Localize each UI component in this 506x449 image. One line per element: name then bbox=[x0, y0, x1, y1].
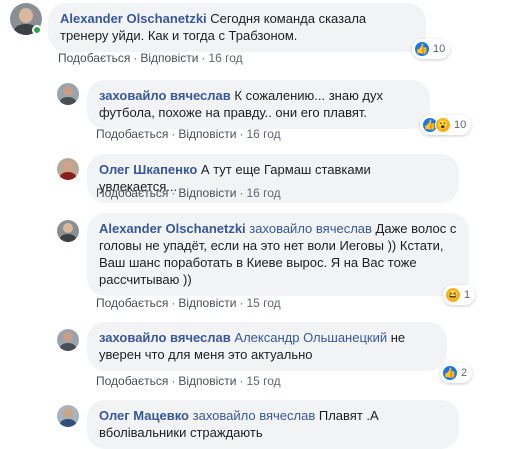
timestamp[interactable]: 16 год bbox=[246, 186, 280, 200]
comment-bubble: Alexander Olschanetzki Сегодня команда с… bbox=[48, 3, 426, 52]
timestamp[interactable]: 16 год bbox=[208, 51, 242, 65]
reaction-summary[interactable]: 👍 2 bbox=[440, 363, 473, 383]
like-icon: 👍 bbox=[442, 365, 458, 381]
comment-bubble: Alexander Olschanetzki заховайло вячесла… bbox=[87, 213, 469, 296]
like-icon: 👍 bbox=[414, 41, 430, 57]
online-status-icon bbox=[32, 25, 42, 35]
like-link[interactable]: Подобається bbox=[96, 374, 168, 388]
reply-link[interactable]: Відповісти bbox=[178, 374, 236, 388]
wow-icon: 😮 bbox=[435, 117, 451, 133]
reply-link[interactable]: Відповісти bbox=[178, 186, 236, 200]
comment-actions: Подобається · Відповісти · 15 год bbox=[96, 296, 281, 310]
reaction-count: 10 bbox=[433, 43, 446, 55]
avatar[interactable] bbox=[57, 329, 79, 351]
timestamp[interactable]: 16 год bbox=[246, 127, 280, 141]
haha-icon: 😆 bbox=[445, 287, 461, 303]
comment-author[interactable]: Alexander Olschanetzki bbox=[99, 221, 246, 236]
reaction-count: 10 bbox=[454, 119, 467, 131]
timestamp[interactable]: 15 год bbox=[246, 296, 280, 310]
comment-actions: Подобається · Відповісти · 16 год bbox=[58, 51, 243, 65]
comment-author[interactable]: Олег Мацевко bbox=[99, 408, 189, 423]
comment-author[interactable]: заховайло вячеслав bbox=[99, 330, 231, 345]
reaction-count: 2 bbox=[461, 367, 468, 379]
comment-author[interactable]: Олег Шкапенко bbox=[99, 162, 197, 177]
reply-link[interactable]: Відповісти bbox=[178, 127, 236, 141]
avatar[interactable] bbox=[57, 220, 79, 242]
reaction-summary[interactable]: 👍 10 bbox=[412, 39, 451, 59]
like-link[interactable]: Подобається bbox=[96, 186, 168, 200]
comment-bubble: заховайло вячеслав Александр Ольшанецкий… bbox=[87, 322, 447, 371]
avatar[interactable] bbox=[57, 83, 79, 105]
avatar[interactable] bbox=[57, 158, 79, 180]
mention-link[interactable]: Александр Ольшанецкий bbox=[234, 330, 387, 345]
like-link[interactable]: Подобається bbox=[96, 127, 168, 141]
like-link[interactable]: Подобається bbox=[58, 51, 130, 65]
comment-bubble: заховайло вячеслав К сожалению... знаю д… bbox=[87, 80, 430, 129]
reaction-summary[interactable]: 👍 😮 10 bbox=[420, 115, 472, 135]
reaction-count: 1 bbox=[464, 289, 471, 301]
reaction-summary[interactable]: 😆 1 bbox=[443, 285, 476, 305]
avatar[interactable] bbox=[57, 405, 79, 427]
comment-actions: Подобається · Відповісти · 16 год bbox=[96, 127, 281, 141]
like-link[interactable]: Подобається bbox=[96, 296, 168, 310]
timestamp[interactable]: 15 год bbox=[246, 374, 280, 388]
comment-bubble: Олег Мацевко заховайло вячеслав Плавят .… bbox=[87, 400, 459, 449]
reply-link[interactable]: Відповісти bbox=[140, 51, 198, 65]
mention-link[interactable]: заховайло вячеслав bbox=[249, 221, 372, 236]
mention-link[interactable]: заховайло вячеслав bbox=[193, 408, 316, 423]
comment-actions: Подобається · Відповісти · 16 год bbox=[96, 186, 281, 200]
comment-author[interactable]: Alexander Olschanetzki bbox=[60, 11, 207, 26]
comment-actions: Подобається · Відповісти · 15 год bbox=[96, 374, 281, 388]
comment-author[interactable]: заховайло вячеслав bbox=[99, 88, 231, 103]
reply-link[interactable]: Відповісти bbox=[178, 296, 236, 310]
